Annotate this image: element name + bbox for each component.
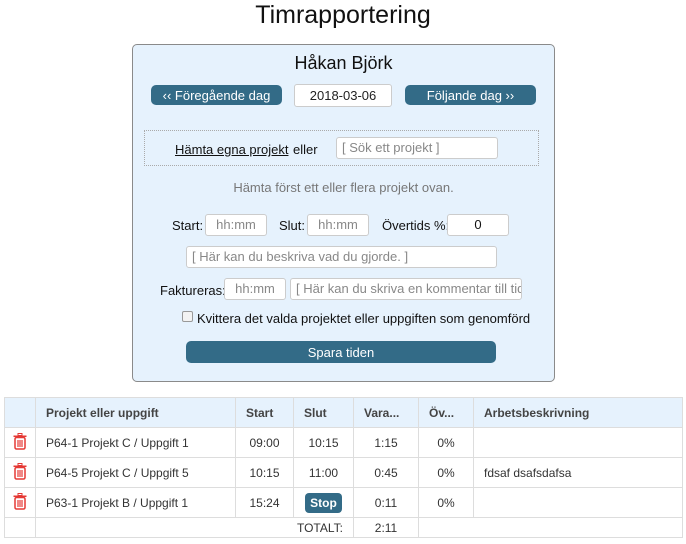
end-cell: 11:00 bbox=[293, 457, 354, 488]
col-header-project[interactable]: Projekt eller uppgift bbox=[35, 397, 236, 428]
description-input[interactable]: [ Här kan du beskriva vad du gjorde. ] bbox=[186, 246, 497, 268]
date-input[interactable]: 2018-03-06 bbox=[294, 84, 392, 107]
delete-cell bbox=[4, 427, 36, 458]
col-header-overtime[interactable]: Öv... bbox=[418, 397, 474, 428]
end-cell: 10:15 bbox=[293, 427, 354, 458]
total-label: TOTALT: bbox=[35, 517, 354, 538]
table-row: P63-1 Projekt B / Uppgift 1 15:24 Stop 0… bbox=[4, 487, 683, 518]
total-empty-cell bbox=[4, 517, 36, 538]
start-label: Start: bbox=[172, 218, 204, 233]
col-header-start[interactable]: Start bbox=[235, 397, 294, 428]
table-row: P64-5 Projekt C / Uppgift 5 10:15 11:00 … bbox=[4, 457, 683, 488]
description-cell: fdsaf dsafsdafsa bbox=[473, 457, 683, 488]
next-day-button[interactable]: Följande dag ›› bbox=[405, 85, 536, 105]
project-search-input[interactable]: [ Sök ett projekt ] bbox=[336, 137, 498, 159]
end-cell: Stop bbox=[293, 487, 354, 518]
time-entries-table: Projekt eller uppgift Start Slut Vara...… bbox=[4, 397, 683, 538]
complete-checkbox[interactable] bbox=[182, 311, 193, 322]
trash-icon[interactable] bbox=[13, 492, 27, 513]
total-row: TOTALT: 2:11 bbox=[4, 517, 683, 538]
previous-day-button[interactable]: ‹‹ Föregående dag bbox=[151, 85, 282, 105]
trash-icon[interactable] bbox=[13, 432, 27, 453]
col-header-duration[interactable]: Vara... bbox=[353, 397, 419, 428]
comment-input[interactable]: [ Här kan du skriva en kommentar till ti… bbox=[290, 278, 522, 300]
overtime-cell: 0% bbox=[418, 427, 474, 458]
table-row: P64-1 Projekt C / Uppgift 1 09:00 10:15 … bbox=[4, 427, 683, 458]
table-header-row: Projekt eller uppgift Start Slut Vara...… bbox=[4, 397, 683, 428]
page-title: Timrapportering bbox=[255, 1, 431, 29]
project-cell: P63-1 Projekt B / Uppgift 1 bbox=[35, 487, 236, 518]
duration-cell: 1:15 bbox=[353, 427, 419, 458]
start-time-input[interactable]: hh:mm bbox=[205, 214, 267, 236]
user-name: Håkan Björk bbox=[294, 53, 393, 73]
complete-checkbox-label: Kvittera det valda projektet eller uppgi… bbox=[197, 311, 531, 326]
project-cell: P64-5 Projekt C / Uppgift 5 bbox=[35, 457, 236, 488]
start-cell: 09:00 bbox=[235, 427, 294, 458]
or-label: eller bbox=[293, 142, 318, 157]
col-header-end[interactable]: Slut bbox=[293, 397, 354, 428]
duration-cell: 0:45 bbox=[353, 457, 419, 488]
time-entry-panel: Håkan Björk ‹‹ Föregående dag 2018-03-06… bbox=[132, 44, 555, 382]
total-empty-cell bbox=[418, 517, 683, 538]
duration-cell: 0:11 bbox=[353, 487, 419, 518]
project-cell: P64-1 Projekt C / Uppgift 1 bbox=[35, 427, 236, 458]
hint-text: Hämta först ett eller flera projekt ovan… bbox=[233, 180, 454, 195]
col-header-actions bbox=[4, 397, 36, 428]
fetch-own-projects-link[interactable]: Hämta egna projekt bbox=[175, 142, 288, 157]
overtime-cell: 0% bbox=[418, 457, 474, 488]
overtime-input[interactable]: 0 bbox=[447, 214, 509, 236]
start-cell: 15:24 bbox=[235, 487, 294, 518]
delete-cell bbox=[4, 487, 36, 518]
overtime-label: Övertids %: bbox=[382, 218, 450, 233]
invoice-time-input[interactable]: hh:mm bbox=[224, 278, 286, 300]
description-cell bbox=[473, 427, 683, 458]
stop-button[interactable]: Stop bbox=[305, 492, 342, 513]
total-value: 2:11 bbox=[353, 517, 419, 538]
trash-icon[interactable] bbox=[13, 462, 27, 483]
description-cell bbox=[473, 487, 683, 518]
end-time-input[interactable]: hh:mm bbox=[307, 214, 369, 236]
start-cell: 10:15 bbox=[235, 457, 294, 488]
col-header-description[interactable]: Arbetsbeskrivning bbox=[473, 397, 683, 428]
delete-cell bbox=[4, 457, 36, 488]
overtime-cell: 0% bbox=[418, 487, 474, 518]
save-time-button[interactable]: Spara tiden bbox=[186, 341, 496, 363]
project-fetch-box: Hämta egna projekt eller [ Sök ett proje… bbox=[144, 130, 539, 166]
invoice-label: Faktureras: bbox=[160, 283, 226, 298]
end-label: Slut: bbox=[279, 218, 306, 233]
